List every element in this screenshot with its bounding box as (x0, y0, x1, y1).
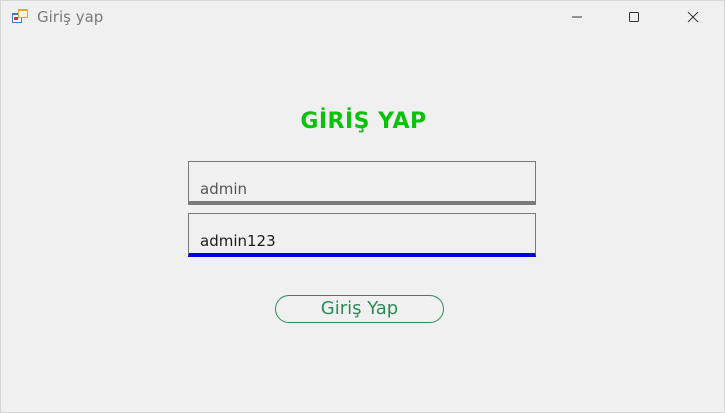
minimize-button[interactable] (554, 1, 600, 33)
password-value: admin123 (200, 232, 276, 250)
maximize-button[interactable] (611, 1, 657, 33)
close-button[interactable] (670, 1, 716, 33)
username-value: admin (200, 180, 247, 198)
window-title: Giriş yap (37, 8, 104, 26)
maximize-icon (628, 8, 640, 27)
login-window: Giriş yap GİRİŞ YAP admin admin123 Giriş… (0, 0, 725, 413)
login-button[interactable]: Giriş Yap (275, 295, 444, 323)
close-icon (687, 8, 699, 27)
title-bar[interactable]: Giriş yap (1, 1, 724, 33)
login-heading: GİRİŞ YAP (300, 109, 427, 134)
username-field[interactable]: admin (188, 161, 536, 205)
password-field[interactable]: admin123 (188, 213, 536, 257)
minimize-icon (571, 8, 583, 27)
form-icon[interactable] (11, 8, 29, 24)
